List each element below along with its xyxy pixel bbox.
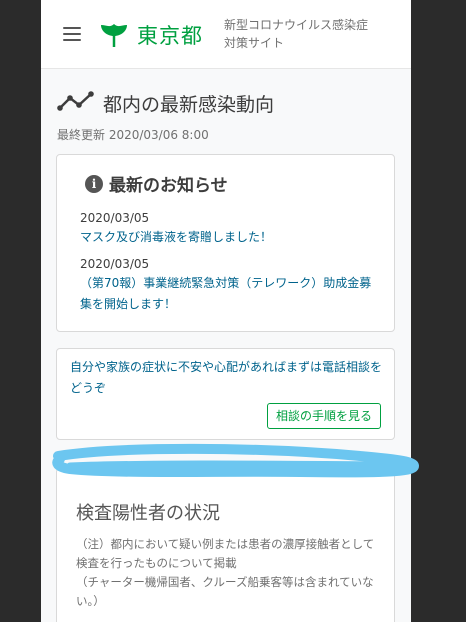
hamburger-menu-icon[interactable] [63,27,81,41]
news-link[interactable]: （第70報）事業継続緊急対策（テレワーク）助成金募集を開始します！ [80,273,380,315]
trend-chart-icon [57,91,94,111]
consultation-text[interactable]: 自分や家族の症状に不安や心配があればまずは電話相談をどうぞ [70,357,382,399]
mobile-viewport: 東京都 新型コロナウイルス感染症 対策サイト 都内の最新感染動向 最終更新 20… [41,0,411,622]
status-note: （注）都内において疑い例または患者の濃厚接触者として検査を行ったものについて掲載… [76,535,381,611]
site-title-line2: 対策サイト [224,36,285,50]
news-link[interactable]: マスク及び消毒液を寄贈しました！ [80,227,380,248]
news-heading: i 最新のお知らせ [85,171,228,196]
status-title: 検査陽性者の状況 [76,503,220,524]
news-item: 2020/03/05 マスク及び消毒液を寄贈しました！ [80,209,380,248]
site-header: 東京都 新型コロナウイルス感染症 対策サイト [41,0,411,69]
test-positive-status-card: 検査陽性者の状況 （注）都内において疑い例または患者の濃厚接触者として検査を行っ… [56,468,395,622]
tokyo-logo-text[interactable]: 東京都 [137,20,203,50]
news-date: 2020/03/05 [80,211,150,225]
consultation-steps-button[interactable]: 相談の手順を見る [266,403,381,429]
site-title[interactable]: 新型コロナウイルス感染症 対策サイト [224,16,368,52]
tokyo-ginkgo-logo-icon[interactable] [99,20,129,50]
info-icon: i [85,174,103,193]
news-item: 2020/03/05 （第70報）事業継続緊急対策（テレワーク）助成金募集を開始… [80,255,380,315]
status-note-line2: （チャーター機帰国者、クルーズ船乗客等は含まれていない。） [76,575,374,608]
news-card: i 最新のお知らせ 2020/03/05 マスク及び消毒液を寄贈しました！ 20… [56,154,395,332]
last-updated-timestamp: 最終更新 2020/03/06 8:00 [57,128,209,142]
news-title: 最新のお知らせ [109,176,228,196]
consultation-card: 自分や家族の症状に不安や心配があればまずは電話相談をどうぞ 相談の手順を見る [56,348,395,440]
page-title: 都内の最新感染動向 [103,94,275,116]
status-note-line1: （注）都内において疑い例または患者の濃厚接触者として検査を行ったものについて掲載 [76,537,375,570]
news-date: 2020/03/05 [80,257,150,271]
site-title-line1: 新型コロナウイルス感染症 [224,18,369,32]
